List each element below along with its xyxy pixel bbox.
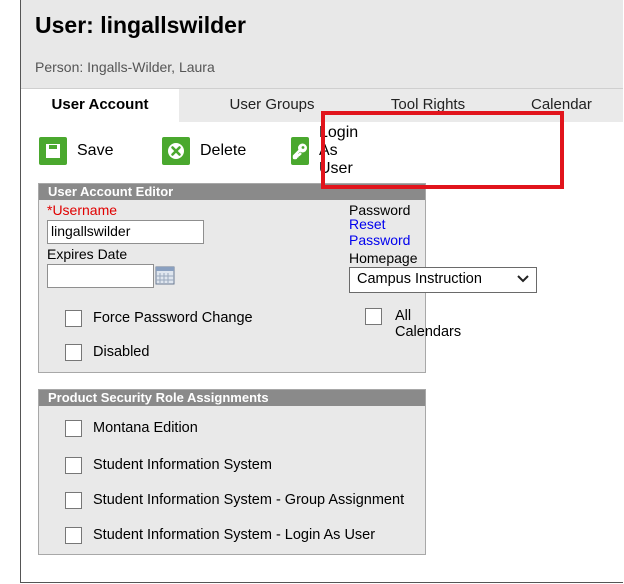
key-icon [291,137,309,165]
username-input[interactable]: lingallswilder [47,220,204,244]
page-subtitle: Person: Ingalls-Wilder, Laura [35,59,215,75]
tab-tool-rights[interactable]: Tool Rights [369,89,487,123]
tab-calendar[interactable]: Calendar [531,89,623,123]
force-password-change-label: Force Password Change [93,310,253,326]
page-title: User: lingallswilder [35,12,246,38]
homepage-selected-value: Campus Instruction [357,271,482,287]
expires-date-input[interactable] [47,264,154,288]
floppy-icon [39,137,67,165]
role-assignments-panel: Product Security Role Assignments Montan… [38,389,426,555]
homepage-label: Homepage [349,250,418,266]
role-assignments-title: Product Security Role Assignments [39,390,425,406]
user-account-editor-title: User Account Editor [39,184,425,200]
reset-password-link[interactable]: Reset Password [349,216,425,248]
chevron-down-icon [517,269,529,296]
save-label: Save [77,142,114,159]
homepage-select[interactable]: Campus Instruction [349,267,537,293]
calendar-picker-icon[interactable] [155,265,175,285]
role-checkbox[interactable] [65,457,82,474]
delete-label: Delete [200,142,247,159]
role-checkbox[interactable] [65,527,82,544]
role-label: Student Information System - Group Assig… [93,492,405,508]
save-button[interactable]: Save [39,136,113,166]
user-account-editor-panel: User Account Editor *Username lingallswi… [38,183,537,373]
role-label: Montana Edition [93,420,198,436]
app-frame: User: lingallswilder Person: Ingalls-Wil… [20,0,623,583]
force-password-change-checkbox[interactable] [65,310,82,327]
tab-user-groups[interactable]: User Groups [201,89,343,123]
role-checkbox[interactable] [65,420,82,437]
delete-button[interactable]: Delete [162,136,246,166]
login-as-user-button[interactable]: Login As User [291,124,368,177]
expires-date-label: Expires Date [47,246,128,262]
role-label: Student Information System - Login As Us… [93,527,376,543]
tab-user-account[interactable]: User Account [21,89,179,123]
disabled-label: Disabled [93,344,150,360]
all-calendars-label: All Calendars [395,308,462,340]
role-checkbox[interactable] [65,492,82,509]
x-circle-icon [162,137,190,165]
page-header: User: lingallswilder Person: Ingalls-Wil… [21,0,623,88]
main-content: Save Delete Login As User User Account E… [21,122,623,582]
tab-bar: User Account User Groups Tool Rights Cal… [21,88,623,123]
username-label: *Username [47,202,118,218]
disabled-checkbox[interactable] [65,344,82,361]
login-as-user-label: Login As User [319,124,359,177]
all-calendars-checkbox[interactable] [365,308,382,325]
role-label: Student Information System [93,457,272,473]
